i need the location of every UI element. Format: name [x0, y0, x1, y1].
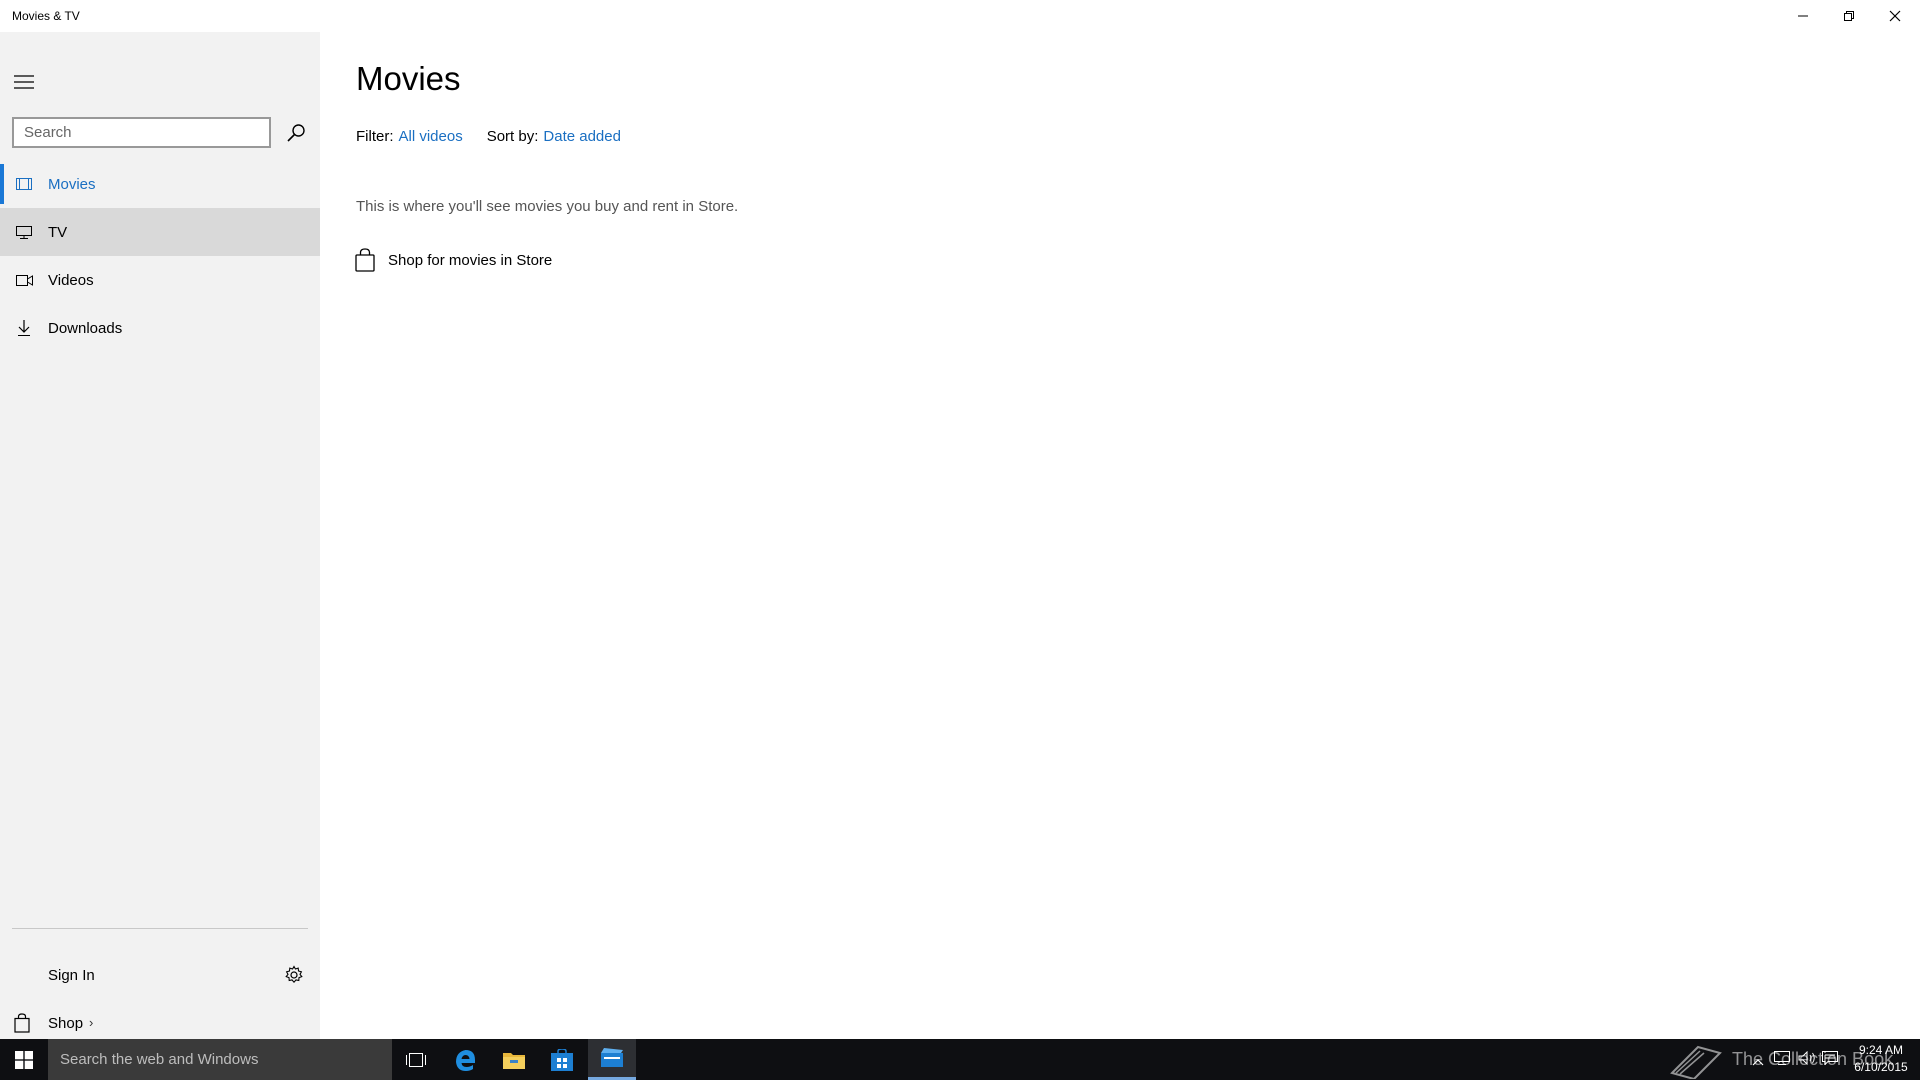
- sign-in-button[interactable]: Sign In: [0, 956, 320, 996]
- restore-icon: [1844, 11, 1854, 21]
- search-icon: [287, 124, 305, 142]
- clock-time: 9:24 AM: [1858, 1043, 1904, 1057]
- sidebar-item-tv[interactable]: TV: [0, 208, 320, 256]
- taskbar-clock[interactable]: 9:24 AM 6/10/2015: [1846, 1042, 1916, 1076]
- page-title: Movies: [356, 60, 461, 97]
- hamburger-menu-button[interactable]: [0, 62, 48, 102]
- empty-state-message: This is where you'll see movies you buy …: [356, 198, 739, 215]
- clock-date: 6/10/2015: [1854, 1060, 1908, 1074]
- store-icon: [551, 1048, 573, 1071]
- sort-label: Sort by:: [486, 128, 539, 145]
- sidebar-divider: [12, 928, 308, 929]
- chevron-right-icon: ›: [89, 1015, 94, 1030]
- task-view-icon: [406, 1052, 426, 1067]
- hamburger-icon: [14, 75, 34, 89]
- sidebar: Movies TV Videos Downloads Sign In: [0, 32, 320, 1039]
- settings-gear-icon[interactable]: [284, 965, 306, 987]
- film-icon: [14, 160, 34, 208]
- taskbar-search-box[interactable]: Search the web and Windows: [48, 1039, 392, 1080]
- shop-button[interactable]: Shop ›: [0, 1004, 320, 1044]
- filter-dropdown[interactable]: All videos: [399, 128, 463, 145]
- video-camera-icon: [14, 256, 34, 304]
- close-icon: [1889, 10, 1901, 22]
- show-hidden-icons-chevron-icon[interactable]: [1752, 1053, 1764, 1071]
- filter-label: Filter:: [356, 128, 394, 145]
- search-input[interactable]: [14, 119, 269, 146]
- edge-browser-button[interactable]: [442, 1039, 490, 1080]
- store-button[interactable]: [538, 1039, 586, 1080]
- minimize-icon: [1798, 15, 1808, 17]
- movies-tv-icon: [601, 1048, 623, 1067]
- restore-button[interactable]: [1826, 0, 1872, 32]
- sign-in-label: Sign In: [48, 967, 95, 984]
- network-icon[interactable]: [1774, 1051, 1790, 1070]
- search-button[interactable]: [280, 117, 312, 149]
- shop-link-label: Shop for movies in Store: [388, 251, 553, 269]
- title-bar: Movies & TV: [0, 0, 1920, 32]
- edge-browser-icon: [456, 1049, 475, 1071]
- volume-icon[interactable]: [1798, 1050, 1816, 1070]
- minimize-button[interactable]: [1780, 0, 1826, 32]
- sidebar-item-movies[interactable]: Movies: [0, 160, 320, 208]
- windows-logo-icon: [15, 1050, 33, 1069]
- shop-for-movies-link[interactable]: Shop for movies in Store: [352, 244, 552, 276]
- shopping-bag-icon: [352, 244, 378, 276]
- action-center-icon[interactable]: [1822, 1051, 1838, 1070]
- monitor-icon: [14, 208, 34, 256]
- taskbar-search-placeholder: Search the web and Windows: [60, 1051, 259, 1068]
- download-icon: [14, 304, 34, 352]
- sidebar-nav: Movies TV Videos Downloads: [0, 160, 320, 352]
- shopping-bag-icon: [14, 1013, 30, 1038]
- main-content: Movies Filter: All videos Sort by: Date …: [320, 32, 1920, 1039]
- movies-tv-taskbar-button[interactable]: [588, 1039, 636, 1080]
- search-box: [12, 117, 271, 148]
- filter-bar: Filter: All videos Sort by: Date added: [356, 128, 621, 145]
- sidebar-item-label: Videos: [48, 271, 94, 289]
- taskbar: Search the web and Windows The Collectio…: [0, 1039, 1920, 1080]
- close-button[interactable]: [1872, 0, 1918, 32]
- start-button[interactable]: [0, 1039, 48, 1080]
- shop-label: Shop: [48, 1015, 84, 1032]
- window-title: Movies & TV: [12, 9, 80, 23]
- file-explorer-button[interactable]: [490, 1039, 538, 1080]
- book-logo-icon: [1670, 1045, 1722, 1079]
- task-view-button[interactable]: [392, 1039, 440, 1080]
- sidebar-item-label: TV: [48, 223, 68, 241]
- sort-dropdown[interactable]: Date added: [543, 128, 621, 145]
- sidebar-item-downloads[interactable]: Downloads: [0, 304, 320, 352]
- sidebar-item-label: Movies: [48, 175, 96, 193]
- sidebar-item-label: Downloads: [48, 319, 123, 337]
- folder-icon: [503, 1052, 525, 1069]
- sidebar-item-videos[interactable]: Videos: [0, 256, 320, 304]
